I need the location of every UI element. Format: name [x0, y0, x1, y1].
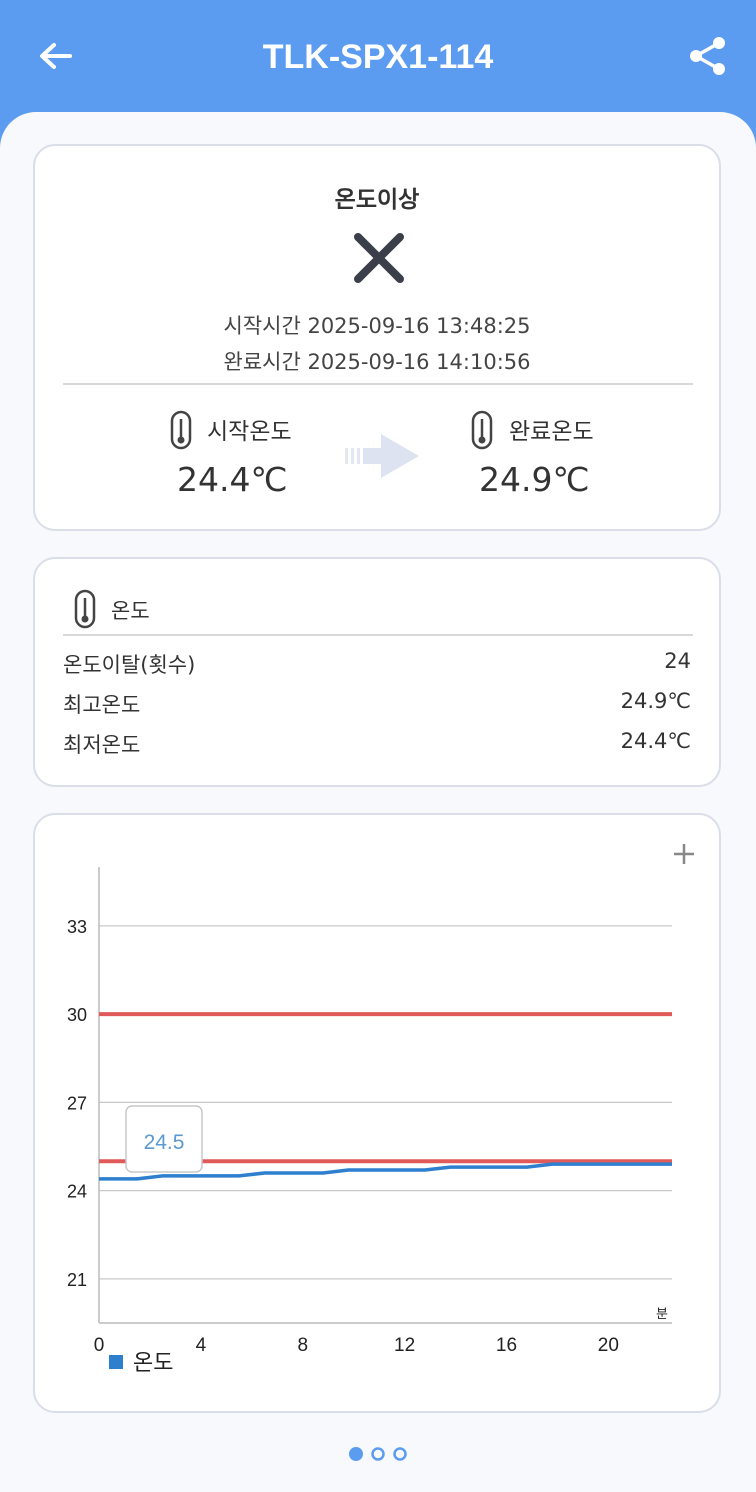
thermometer-icon — [471, 410, 493, 450]
thermometer-icon — [74, 589, 96, 629]
app-header: TLK-SPX1-114 — [0, 0, 756, 120]
end-temp-label: 완료온도 — [509, 419, 594, 445]
tooltip-value: 24.5 — [144, 1131, 185, 1154]
x-tick-label: 0 — [94, 1335, 105, 1356]
row-max-label: 최고온도 — [63, 693, 141, 717]
x-unit-label: 분 — [656, 1307, 668, 1322]
x-tick-label: 16 — [496, 1335, 517, 1356]
row-deviation-value: 24 — [664, 649, 691, 673]
start-temp-label: 시작온도 — [207, 419, 292, 445]
page-indicator[interactable] — [348, 1446, 412, 1462]
page-dot[interactable] — [393, 1447, 407, 1461]
page-dot-active[interactable] — [349, 1447, 363, 1461]
start-temp-value: 24.4℃ — [177, 460, 288, 499]
x-tick-label: 4 — [196, 1335, 207, 1356]
page-title: TLK-SPX1-114 — [262, 38, 494, 76]
y-tick-label: 24 — [67, 1182, 87, 1202]
temperature-chart[interactable]: 21 24 27 30 33 0 4 8 12 16 20 분온도 24.5 — [35, 815, 721, 1411]
thermometer-icon — [170, 410, 192, 450]
row-min-label: 최저온도 — [63, 733, 141, 757]
divider — [63, 383, 693, 385]
summary-card: 온도이상 시작시간 2025-09-16 13:48:25 완료시간 2025-… — [33, 144, 721, 531]
y-tick-label: 30 — [67, 1005, 87, 1025]
y-tick-label: 27 — [67, 1093, 87, 1113]
chart-card: 21 24 27 30 33 0 4 8 12 16 20 분온도 24.5 — [33, 813, 721, 1413]
x-tick-label: 20 — [598, 1335, 619, 1356]
row-deviation-label: 온도이탈(횟수) — [63, 653, 196, 677]
row-max-value: 24.9℃ — [620, 689, 691, 713]
y-tick-label: 21 — [67, 1270, 87, 1290]
legend-label: 온도 — [133, 1351, 173, 1376]
end-temp-value: 24.9℃ — [479, 460, 590, 499]
page-dot[interactable] — [371, 1447, 385, 1461]
y-tick-label: 33 — [67, 917, 87, 937]
stats-card: 온도 온도이탈(횟수) 24 최고온도 24.9℃ 최저온도 24.4℃ — [33, 557, 721, 787]
legend-swatch — [109, 1355, 123, 1369]
row-min-value: 24.4℃ — [620, 729, 691, 753]
x-tick-label: 12 — [394, 1335, 415, 1356]
arrow-right-icon — [345, 434, 419, 478]
start-time: 시작시간 2025-09-16 13:48:25 — [223, 314, 531, 338]
status-title: 온도이상 — [334, 187, 420, 213]
end-time: 완료시간 2025-09-16 14:10:56 — [223, 350, 531, 374]
stats-title: 온도 — [111, 599, 150, 623]
x-tick-label: 8 — [297, 1335, 308, 1356]
divider — [63, 634, 693, 636]
share-icon[interactable] — [686, 34, 730, 78]
x-icon — [354, 233, 404, 283]
